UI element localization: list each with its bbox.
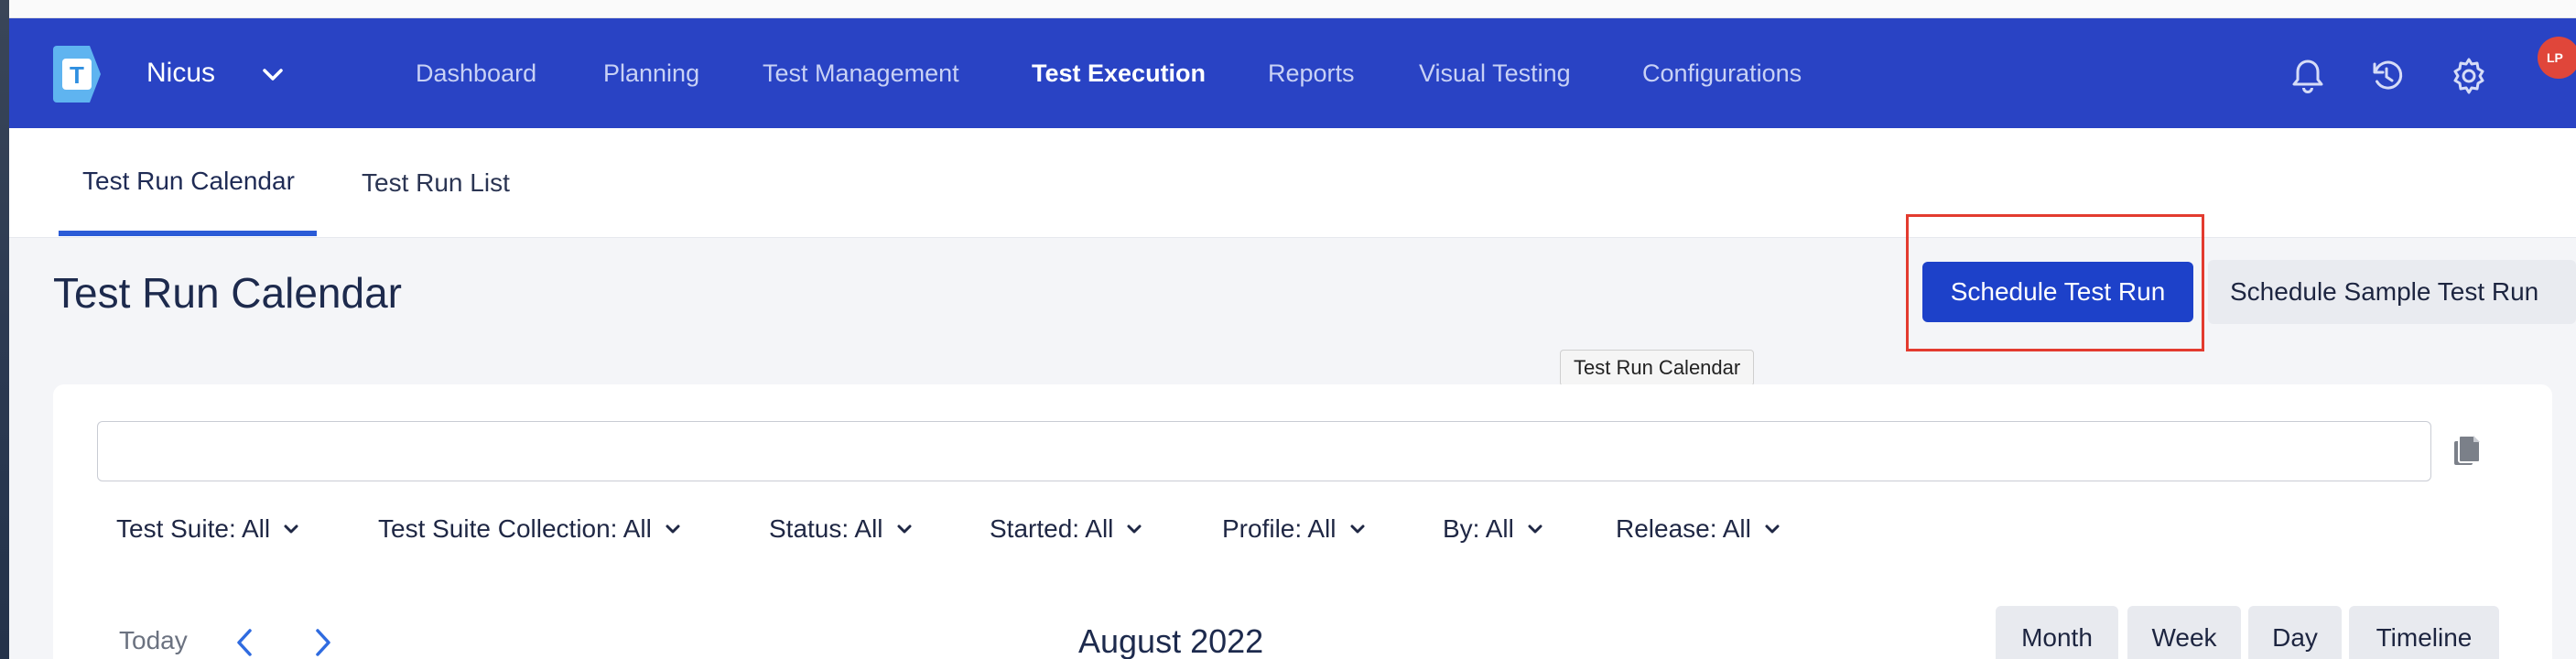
page-title: Test Run Calendar — [53, 269, 402, 317]
window-top-edge — [0, 0, 2576, 18]
caret-down-icon — [1127, 524, 1142, 534]
caret-down-icon — [284, 524, 298, 534]
view-month-button[interactable]: Month — [1996, 606, 2118, 659]
logo-letter: T — [70, 61, 84, 89]
filter-release[interactable]: Release: All — [1616, 509, 1780, 549]
filter-label: Profile: All — [1222, 514, 1337, 543]
filter-label: Release: All — [1616, 514, 1751, 543]
caret-down-icon — [897, 524, 912, 534]
filter-label: Started: All — [990, 514, 1114, 543]
gear-icon[interactable] — [2448, 55, 2490, 97]
filter-test-suite[interactable]: Test Suite: All — [116, 509, 299, 549]
user-avatar[interactable]: LP — [2538, 37, 2576, 79]
tab-test-run-list[interactable]: Test Run List — [362, 128, 510, 238]
filter-profile[interactable]: Profile: All — [1222, 509, 1366, 549]
schedule-sample-test-run-button[interactable]: Schedule Sample Test Run — [2208, 260, 2576, 324]
filter-status[interactable]: Status: All — [769, 509, 913, 549]
chevron-down-icon[interactable] — [258, 60, 287, 90]
nav-item-configurations[interactable]: Configurations — [1642, 18, 1802, 128]
filter-by[interactable]: By: All — [1443, 509, 1543, 549]
filter-label: Test Suite Collection: All — [378, 514, 652, 543]
desktop-background-strip — [0, 0, 9, 659]
project-name[interactable]: Nicus — [146, 18, 215, 128]
nav-item-test-execution[interactable]: Test Execution — [1032, 18, 1206, 128]
filter-label: Test Suite: All — [116, 514, 271, 543]
top-navigation-bar: T Nicus Dashboard Planning Test Manageme… — [9, 18, 2576, 128]
bell-icon[interactable] — [2287, 55, 2329, 97]
nav-item-planning[interactable]: Planning — [603, 18, 699, 128]
filter-started[interactable]: Started: All — [990, 509, 1142, 549]
nav-item-test-management[interactable]: Test Management — [763, 18, 959, 128]
schedule-test-run-button[interactable]: Schedule Test Run — [1922, 262, 2193, 322]
filter-label: Status: All — [769, 514, 883, 543]
copy-icon[interactable] — [2452, 434, 2483, 469]
today-button[interactable]: Today — [119, 626, 188, 655]
caret-down-icon — [1528, 524, 1542, 534]
chevron-left-icon[interactable] — [231, 626, 260, 659]
current-period-label: August 2022 — [1078, 622, 1264, 659]
view-week-button[interactable]: Week — [2127, 606, 2241, 659]
caret-down-icon — [1765, 524, 1780, 534]
view-timeline-button[interactable]: Timeline — [2349, 606, 2499, 659]
tooltip: Test Run Calendar — [1560, 350, 1755, 386]
filter-label: By: All — [1443, 514, 1514, 543]
chevron-right-icon[interactable] — [308, 626, 337, 659]
caret-down-icon — [666, 524, 680, 534]
caret-down-icon — [1350, 524, 1364, 534]
nav-item-dashboard[interactable]: Dashboard — [416, 18, 536, 128]
history-icon[interactable] — [2365, 55, 2408, 97]
app-logo-icon[interactable]: T — [53, 46, 110, 103]
filter-test-suite-collection[interactable]: Test Suite Collection: All — [378, 509, 681, 549]
view-day-button[interactable]: Day — [2248, 606, 2342, 659]
active-tab-indicator — [59, 231, 317, 236]
nav-item-visual-testing[interactable]: Visual Testing — [1419, 18, 1571, 128]
tab-test-run-calendar[interactable]: Test Run Calendar — [82, 128, 295, 238]
nav-item-reports[interactable]: Reports — [1268, 18, 1355, 128]
search-input[interactable] — [97, 421, 2431, 481]
